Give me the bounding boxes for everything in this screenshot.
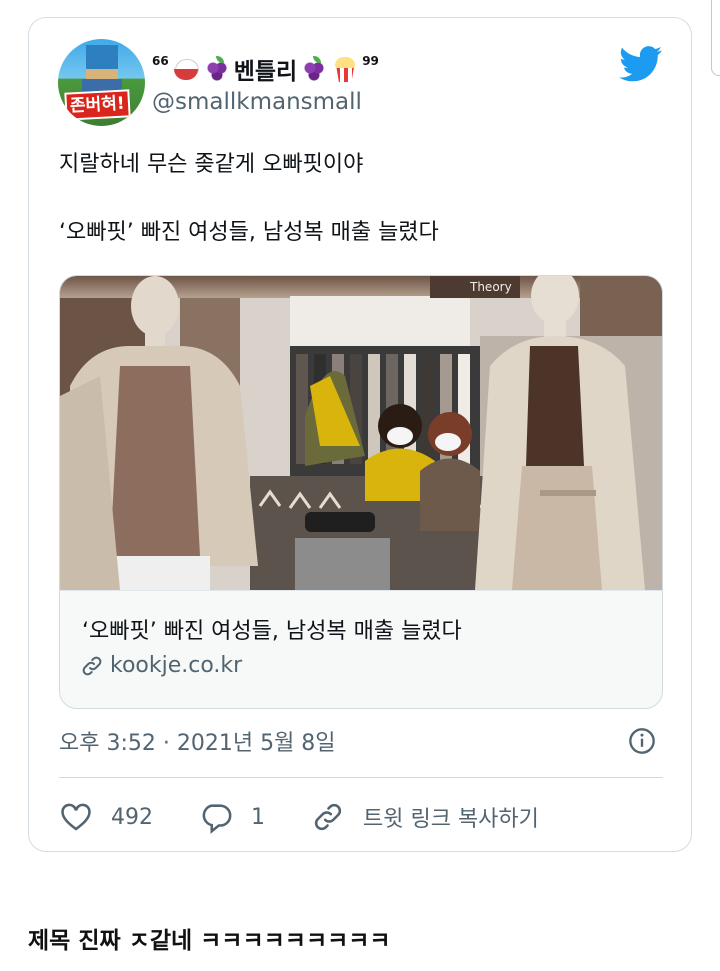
copy-link-icon — [314, 803, 342, 831]
store-sign-text: Theory — [469, 280, 512, 294]
display-name-text: 벤틀리 — [233, 59, 298, 85]
heart-icon — [61, 803, 91, 831]
display-name-suffix: 99 — [362, 54, 379, 68]
divider — [59, 777, 663, 778]
link-preview-card[interactable]: Theory ‘오빠핏’ 빠진 여성들, 남성복 매출 늘렸다 kookje.c… — [59, 275, 663, 709]
tweet-actions: 492 1 트윗 링크 복사하기 — [59, 794, 539, 840]
link-preview-title[interactable]: ‘오빠핏’ 빠진 여성들, 남성복 매출 늘렸다 — [82, 613, 462, 645]
page: 존버혀! 66 벤틀리 99 @smallkmansmall 지랄하네 무슨 좆… — [0, 0, 720, 971]
like-count: 492 — [111, 804, 153, 830]
reply-count: 1 — [251, 804, 265, 830]
avatar-badge-text: 존버혀! — [64, 89, 131, 121]
scrollbar[interactable] — [711, 0, 720, 76]
link-preview-domain[interactable]: kookje.co.kr — [80, 653, 242, 678]
post-comment-text: 제목 진짜 ㅈ같네 ㅋㅋㅋㅋㅋㅋㅋㅋㅋ — [28, 928, 391, 954]
grapes-emoji-icon — [203, 55, 231, 83]
tweet-text-line: ‘오빠핏’ 빠진 여성들, 남성복 매출 늘렸다 — [59, 220, 439, 245]
link-domain-text: kookje.co.kr — [110, 653, 243, 678]
tweet-timestamp[interactable]: 오후 3:52 · 2021년 5월 8일 — [59, 725, 336, 757]
grapes-emoji-icon — [300, 55, 328, 83]
copy-link-button[interactable]: 트윗 링크 복사하기 — [311, 800, 539, 834]
display-name-prefix: 66 — [152, 54, 169, 68]
link-icon — [82, 656, 102, 675]
tweet-embed[interactable]: 존버혀! 66 벤틀리 99 @smallkmansmall 지랄하네 무슨 좆… — [28, 17, 692, 852]
link-preview-image[interactable]: Theory — [60, 276, 662, 590]
reply-button[interactable]: 1 — [199, 800, 265, 834]
tweet-text-line: 지랄하네 무슨 좆같게 오빠핏이야 — [59, 152, 364, 177]
popcorn-emoji-icon — [331, 55, 359, 83]
tweet-text: 지랄하네 무슨 좆같게 오빠핏이야 ‘오빠핏’ 빠진 여성들, 남성복 매출 늘… — [59, 148, 659, 250]
like-button[interactable]: 492 — [59, 800, 153, 834]
twitter-bird-icon[interactable] — [619, 46, 663, 82]
avatar[interactable]: 존버혀! — [58, 39, 145, 126]
user-handle[interactable]: @smallkmansmall — [152, 89, 362, 115]
avatar-character-head — [86, 45, 118, 79]
display-name[interactable]: 66 벤틀리 99 — [152, 52, 379, 86]
link-preview-info[interactable]: ‘오빠핏’ 빠진 여성들, 남성복 매출 늘렸다 kookje.co.kr — [60, 590, 662, 708]
info-icon[interactable] — [628, 727, 656, 755]
rice-emoji-icon — [172, 55, 200, 83]
copy-link-label: 트윗 링크 복사하기 — [363, 807, 539, 832]
reply-icon — [202, 804, 232, 834]
